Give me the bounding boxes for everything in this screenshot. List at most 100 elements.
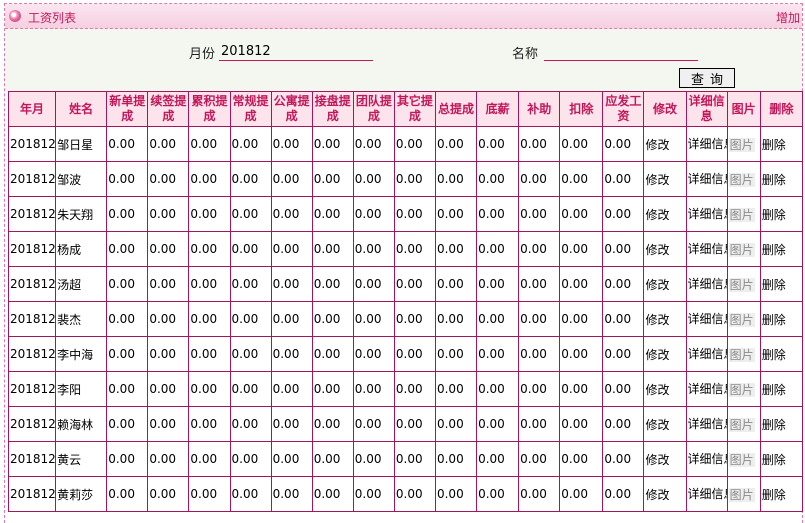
amount-cell: 0.00 <box>147 161 190 197</box>
amount-cell: 0.00 <box>311 406 354 442</box>
column-header: 年月 <box>7 91 57 127</box>
year-month-cell: 201812 <box>7 266 57 302</box>
detail-link[interactable]: 详细信息 <box>685 126 728 162</box>
image-link[interactable]: 图片 <box>728 487 755 502</box>
amount-cell: 0.00 <box>434 266 478 302</box>
amount-cell: 0.00 <box>106 441 149 477</box>
amount-cell: 0.00 <box>188 336 231 372</box>
detail-link[interactable]: 详细信息 <box>685 371 728 407</box>
amount-cell: 0.00 <box>393 161 436 197</box>
detail-link[interactable]: 详细信息 <box>685 441 728 477</box>
image-link[interactable]: 图片 <box>728 382 755 397</box>
month-input[interactable] <box>219 42 373 61</box>
amount-cell: 0.00 <box>188 371 231 407</box>
amount-cell: 0.00 <box>352 476 395 512</box>
image-cell: 图片 <box>726 371 761 407</box>
edit-link[interactable]: 修改 <box>643 161 687 197</box>
amount-cell: 0.00 <box>352 441 395 477</box>
image-link[interactable]: 图片 <box>728 347 755 362</box>
amount-cell: 0.00 <box>106 161 149 197</box>
image-link[interactable]: 图片 <box>728 277 755 292</box>
image-link[interactable]: 图片 <box>728 172 755 187</box>
delete-link[interactable]: 删除 <box>759 476 804 512</box>
delete-link[interactable]: 删除 <box>759 266 804 302</box>
amount-cell: 0.00 <box>352 406 395 442</box>
column-header: 常规提成 <box>229 91 272 127</box>
amount-cell: 0.00 <box>147 476 190 512</box>
column-header: 公寓提成 <box>270 91 313 127</box>
amount-cell: 0.00 <box>311 196 354 232</box>
amount-cell: 0.00 <box>476 126 520 162</box>
detail-link[interactable]: 详细信息 <box>685 301 728 337</box>
edit-link[interactable]: 修改 <box>643 126 687 162</box>
edit-link[interactable]: 修改 <box>643 336 687 372</box>
column-header: 续签提成 <box>147 91 190 127</box>
year-month-cell: 201812 <box>7 371 57 407</box>
delete-link[interactable]: 删除 <box>759 126 804 162</box>
detail-link[interactable]: 详细信息 <box>685 161 728 197</box>
amount-cell: 0.00 <box>434 126 478 162</box>
image-link[interactable]: 图片 <box>728 242 755 257</box>
amount-cell: 0.00 <box>147 231 190 267</box>
name-input[interactable] <box>544 42 698 61</box>
column-header: 姓名 <box>55 91 108 127</box>
amount-cell: 0.00 <box>311 336 354 372</box>
amount-cell: 0.00 <box>147 406 190 442</box>
detail-link[interactable]: 详细信息 <box>685 231 728 267</box>
amount-cell: 0.00 <box>476 301 520 337</box>
table-row: 201812 汤超 0.00 0.00 0.00 0.00 0.00 0.00 0.00 0.00… <box>7 266 804 302</box>
edit-link[interactable]: 修改 <box>643 476 687 512</box>
delete-link[interactable]: 删除 <box>759 406 804 442</box>
table-body: 201812 邹日星 0.00 0.00 0.00 0.00 0.00 0.00 0.00 0.0… <box>7 126 804 512</box>
amount-cell: 0.00 <box>434 406 478 442</box>
amount-cell: 0.00 <box>229 406 272 442</box>
delete-link[interactable]: 删除 <box>759 336 804 372</box>
amount-cell: 0.00 <box>106 196 149 232</box>
detail-link[interactable]: 详细信息 <box>685 336 728 372</box>
edit-link[interactable]: 修改 <box>643 196 687 232</box>
edit-link[interactable]: 修改 <box>643 406 687 442</box>
image-link[interactable]: 图片 <box>728 137 755 152</box>
page-title: 工资列表 <box>28 11 77 25</box>
amount-cell: 0.00 <box>434 301 478 337</box>
amount-cell: 0.00 <box>229 301 272 337</box>
delete-link[interactable]: 删除 <box>759 196 804 232</box>
delete-link[interactable]: 删除 <box>759 301 804 337</box>
detail-link[interactable]: 详细信息 <box>685 406 728 442</box>
query-button[interactable]: 查询 <box>679 68 735 88</box>
image-link[interactable]: 图片 <box>728 452 755 467</box>
amount-cell: 0.00 <box>352 196 395 232</box>
image-link[interactable]: 图片 <box>728 207 755 222</box>
edit-link[interactable]: 修改 <box>643 231 687 267</box>
edit-link[interactable]: 修改 <box>643 301 687 337</box>
delete-link[interactable]: 删除 <box>759 161 804 197</box>
year-month-cell: 201812 <box>7 476 57 512</box>
amount-cell: 0.00 <box>147 301 190 337</box>
delete-link[interactable]: 删除 <box>759 371 804 407</box>
amount-cell: 0.00 <box>147 266 190 302</box>
amount-cell: 0.00 <box>270 161 313 197</box>
detail-link[interactable]: 详细信息 <box>685 266 728 302</box>
amount-cell: 0.00 <box>393 231 436 267</box>
delete-link[interactable]: 删除 <box>759 441 804 477</box>
amount-cell: 0.00 <box>518 231 561 267</box>
column-header: 补助 <box>518 91 561 127</box>
column-header: 扣除 <box>559 91 604 127</box>
edit-link[interactable]: 修改 <box>643 441 687 477</box>
amount-cell: 0.00 <box>393 266 436 302</box>
image-link[interactable]: 图片 <box>728 312 755 327</box>
year-month-cell: 201812 <box>7 231 57 267</box>
image-cell: 图片 <box>726 336 761 372</box>
detail-link[interactable]: 详细信息 <box>685 196 728 232</box>
amount-cell: 0.00 <box>393 371 436 407</box>
image-cell: 图片 <box>726 231 761 267</box>
add-link[interactable]: 增加 <box>776 9 800 26</box>
detail-link[interactable]: 详细信息 <box>685 476 728 512</box>
amount-cell: 0.00 <box>352 266 395 302</box>
edit-link[interactable]: 修改 <box>643 371 687 407</box>
amount-cell: 0.00 <box>188 126 231 162</box>
image-link[interactable]: 图片 <box>728 417 755 432</box>
amount-cell: 0.00 <box>311 441 354 477</box>
delete-link[interactable]: 删除 <box>759 231 804 267</box>
edit-link[interactable]: 修改 <box>643 266 687 302</box>
